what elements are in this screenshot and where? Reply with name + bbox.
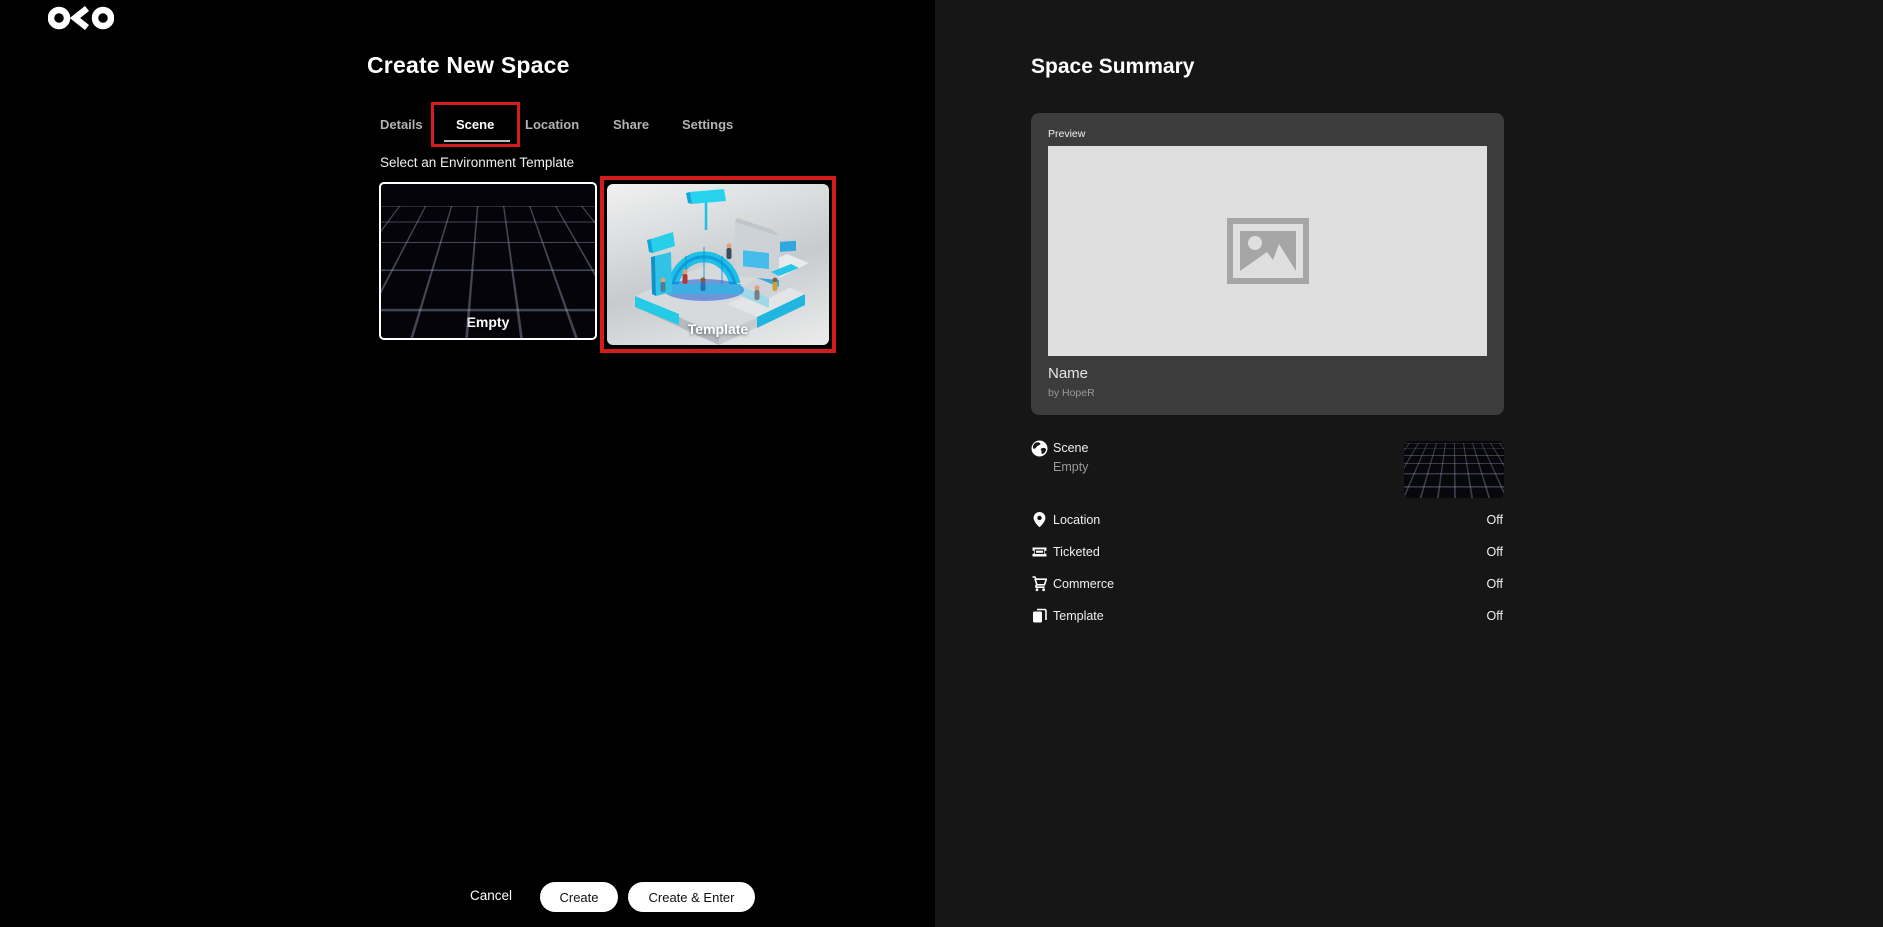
tab-location[interactable]: Location [525,117,579,132]
space-name: Name [1048,365,1088,382]
summary-row-commerce-value: Off [1463,577,1503,591]
create-button[interactable]: Create [540,882,618,912]
summary-row-ticketed-value: Off [1463,545,1503,559]
cart-icon [1031,575,1048,597]
active-tab-underline [444,140,510,142]
preview-image-area [1048,146,1487,356]
scene-thumbnail-grid [1404,441,1504,443]
summary-row-template-label: Template [1053,609,1104,623]
page-title: Create New Space [367,52,570,79]
summary-row-template-value: Off [1463,609,1503,623]
template-template-label: Template [607,321,829,337]
preview-label: Preview [1048,128,1085,140]
ticket-icon [1031,543,1048,565]
globe-icon [1031,440,1048,462]
summary-row-scene-value: Empty [1053,460,1088,474]
preview-card: Preview Name by HopeR [1031,113,1504,415]
empty-template-label: Empty [381,314,595,330]
space-summary-panel: Space Summary Preview Name by HopeR Scen… [935,0,1883,927]
oko-logo[interactable] [48,6,114,35]
scene-thumbnail [1404,441,1504,498]
tab-share[interactable]: Share [613,117,649,132]
location-pin-icon [1031,511,1048,533]
summary-row-location-label: Location [1053,513,1100,527]
tab-settings[interactable]: Settings [682,117,733,132]
environment-template-section-label: Select an Environment Template [380,155,574,170]
space-author: by HopeR [1048,387,1095,399]
environment-template-template[interactable]: Template [607,184,829,345]
copy-icon [1031,607,1048,629]
summary-row-location-value: Off [1463,513,1503,527]
create-space-screen: { "colors": { "accent_red": "#d31d1d", "… [0,0,1883,927]
summary-row-commerce-label: Commerce [1053,577,1114,591]
cancel-button[interactable]: Cancel [470,888,512,903]
tab-details[interactable]: Details [380,117,423,132]
environment-template-empty[interactable]: Empty [379,182,597,340]
empty-grid-floor [379,182,597,206]
image-placeholder-icon [1227,218,1309,284]
oko-logo-icon [48,6,114,30]
summary-row-ticketed-label: Ticketed [1053,545,1100,559]
summary-row-scene-label: Scene [1053,441,1088,455]
tab-scene[interactable]: Scene [456,117,494,132]
summary-title: Space Summary [1031,55,1194,79]
create-and-enter-button[interactable]: Create & Enter [628,882,755,912]
